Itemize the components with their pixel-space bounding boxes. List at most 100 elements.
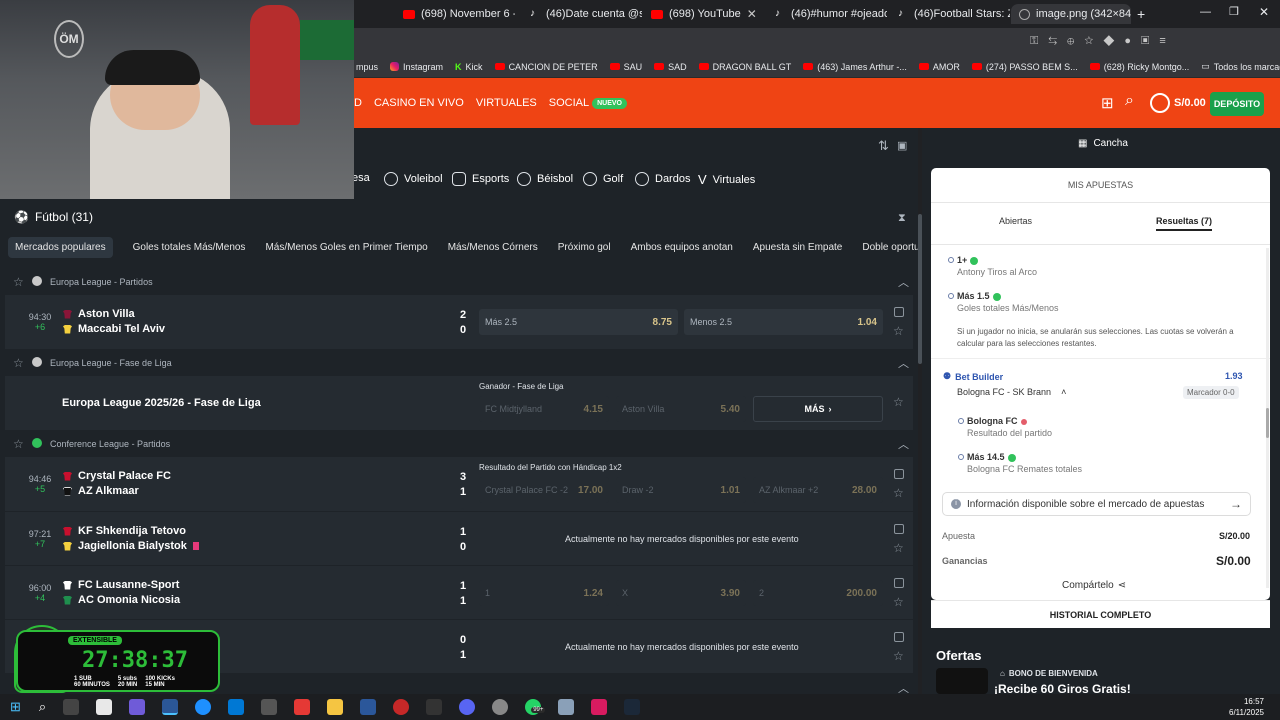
more-button[interactable]: MÁS ›	[753, 396, 883, 422]
task-view-icon[interactable]	[63, 699, 80, 715]
browser-tab[interactable]: ♪(46)Date cuenta @sa✕	[522, 4, 642, 24]
cancha-button[interactable]: ▦ Cancha	[1078, 138, 1128, 149]
league-header[interactable]: ☆ Europa League - Partidos ︿	[0, 269, 918, 295]
market-tab[interactable]: Mercados populares	[8, 236, 113, 258]
stats-icon[interactable]	[894, 578, 904, 588]
star-icon[interactable]: ☆	[13, 437, 24, 451]
market-tab[interactable]: Ambos equipos anotan	[631, 242, 733, 253]
bookmark[interactable]: (274) PASSO BEM S...	[971, 62, 1078, 72]
bookmark[interactable]: mpus	[356, 62, 378, 72]
league-header[interactable]: ☆ Europa League - Fase de Liga ︿	[0, 350, 918, 376]
share-button[interactable]: Compártelo ⋖	[1062, 580, 1126, 591]
search-icon[interactable]: ⌕	[39, 699, 46, 715]
odds-button[interactable]: 2 200.00	[753, 580, 883, 606]
sport-tab-golf[interactable]: Golf	[583, 172, 623, 186]
sport-tab-voleibol[interactable]: Voleibol	[384, 172, 443, 186]
copilot-icon[interactable]	[129, 699, 146, 715]
odds-button[interactable]: Draw -2 1.01	[616, 477, 746, 503]
window-close-button[interactable]: ✕	[1259, 5, 1269, 19]
event-row[interactable]: 94:30 +6 Aston Villa Maccabi Tel Aviv 2 0…	[5, 295, 913, 349]
star-icon[interactable]: ☆	[13, 356, 24, 370]
sort-icon[interactable]: ⇅	[878, 138, 889, 154]
calculator-icon[interactable]	[558, 699, 575, 715]
bookmark[interactable]: CANCION DE PETER	[494, 62, 598, 72]
windows-start-icon[interactable]: ⊞	[10, 699, 21, 715]
league-header[interactable]: ☆ Conference League - Partidos ︿	[0, 431, 918, 457]
market-tab[interactable]: Apuesta sin Empate	[753, 242, 843, 253]
star-icon[interactable]: ☆	[893, 486, 904, 500]
mail-icon[interactable]	[228, 699, 245, 715]
edge-icon[interactable]	[195, 699, 212, 715]
obs-icon[interactable]	[393, 699, 410, 715]
bookmark[interactable]: (628) Ricky Montgo...	[1089, 62, 1189, 72]
store-icon[interactable]	[96, 699, 113, 715]
maximize-button[interactable]: ❐	[1229, 5, 1239, 18]
chevron-up-icon[interactable]: ︿	[898, 355, 909, 371]
collapse-all-icon[interactable]: ⧗	[898, 212, 906, 225]
stats-icon[interactable]	[894, 632, 904, 642]
toolbar-icons[interactable]: ⚿⇆⊕☆◆●▣≡	[1030, 35, 1176, 48]
deposit-button[interactable]: DEPÓSITO	[1210, 92, 1264, 116]
stream-icon[interactable]: ▣	[897, 139, 907, 152]
bookmark[interactable]: SAU	[609, 62, 642, 72]
star-icon[interactable]: ☆	[893, 395, 904, 409]
sport-tab[interactable]: esa	[352, 172, 370, 184]
steam-icon[interactable]	[624, 699, 641, 715]
folder-icon[interactable]	[327, 699, 344, 715]
odds-button[interactable]: Más 2.5 8.75	[479, 309, 678, 335]
gift-icon[interactable]: ⊞	[1101, 94, 1114, 112]
market-tab[interactable]: Más/Menos Córners	[448, 242, 538, 253]
outright-row[interactable]: Europa League 2025/26 - Fase de Liga Gan…	[5, 376, 913, 430]
nav-virtuales[interactable]: VIRTUALES	[476, 97, 537, 109]
search-icon[interactable]: ⌕	[1125, 92, 1134, 110]
whatsapp-icon[interactable]: 99+	[525, 699, 546, 715]
event-row[interactable]: 97:21 +7 KF Shkendija Tetovo Jagiellonia …	[5, 511, 913, 565]
star-icon[interactable]: ☆	[893, 541, 904, 555]
chrome-icon[interactable]	[162, 699, 179, 715]
match-name[interactable]: Bologna FC - SK Brann ˄	[957, 387, 1066, 397]
close-icon[interactable]: ✕	[747, 7, 757, 21]
odds-button[interactable]: X 3.90	[616, 580, 746, 606]
full-history-button[interactable]: HISTORIAL COMPLETO	[931, 600, 1270, 628]
tab-open-bets[interactable]: Abiertas	[999, 216, 1032, 226]
nav-link[interactable]: D	[354, 97, 362, 109]
youtube-icon[interactable]	[294, 699, 311, 715]
bookmark[interactable]: SAD	[654, 62, 687, 72]
odds-button[interactable]: 1 1.24	[479, 580, 609, 606]
bookmark-kick[interactable]: K Kick	[455, 62, 483, 72]
event-row[interactable]: 96:00 +4 FC Lausanne-Sport AC Omonia Nico…	[5, 565, 913, 619]
star-icon[interactable]: ☆	[893, 324, 904, 338]
discord-icon[interactable]	[459, 699, 476, 715]
game-icon[interactable]	[261, 699, 278, 715]
odds-button[interactable]: Menos 2.5 1.04	[684, 309, 883, 335]
star-icon[interactable]: ☆	[13, 275, 24, 289]
app-icon[interactable]	[591, 699, 608, 715]
slip-scroll-thumb[interactable]	[1266, 408, 1269, 438]
capcut-icon[interactable]	[426, 699, 443, 715]
odds-button[interactable]: Aston Villa 5.40	[616, 396, 746, 422]
browser-tab-active[interactable]: image.png (342×841)✕	[1011, 4, 1131, 24]
sport-tab-esports[interactable]: Esports	[452, 172, 509, 186]
odds-button[interactable]: Crystal Palace FC -2 17.00	[479, 477, 609, 503]
bookmark[interactable]: AMOR	[918, 62, 960, 72]
market-tab[interactable]: Goles totales Más/Menos	[133, 242, 246, 253]
odds-button[interactable]: AZ Alkmaar +2 28.00	[753, 477, 883, 503]
all-bookmarks[interactable]: ▭Todos los marcadores	[1201, 61, 1280, 72]
sport-tab-dardos[interactable]: Dardos	[635, 172, 690, 186]
sport-tab-beisbol[interactable]: Béisbol	[517, 172, 573, 186]
bookmark-instagram[interactable]: Instagram	[390, 62, 443, 72]
bookmark[interactable]: DRAGON BALL GT	[698, 62, 791, 72]
chevron-up-icon[interactable]: ︿	[898, 274, 909, 290]
market-info-button[interactable]: i Información disponible sobre el mercado…	[942, 492, 1251, 516]
odds-button[interactable]: FC Midtjylland 4.15	[479, 396, 609, 422]
star-icon[interactable]: ☆	[893, 649, 904, 663]
stats-icon[interactable]	[894, 307, 904, 317]
new-tab-button[interactable]: +	[1137, 6, 1145, 22]
clock[interactable]: 16:57 6/11/2025	[1229, 696, 1264, 718]
market-tab[interactable]: Próximo gol	[558, 242, 611, 253]
event-row[interactable]: 94:46 +5 Crystal Palace FC AZ Alkmaar 3 1…	[5, 457, 913, 511]
word-icon[interactable]	[360, 699, 377, 715]
star-icon[interactable]: ☆	[893, 595, 904, 609]
minimize-button[interactable]: —	[1200, 6, 1211, 18]
browser-tab[interactable]: (698) YouTube ✕	[643, 4, 763, 24]
